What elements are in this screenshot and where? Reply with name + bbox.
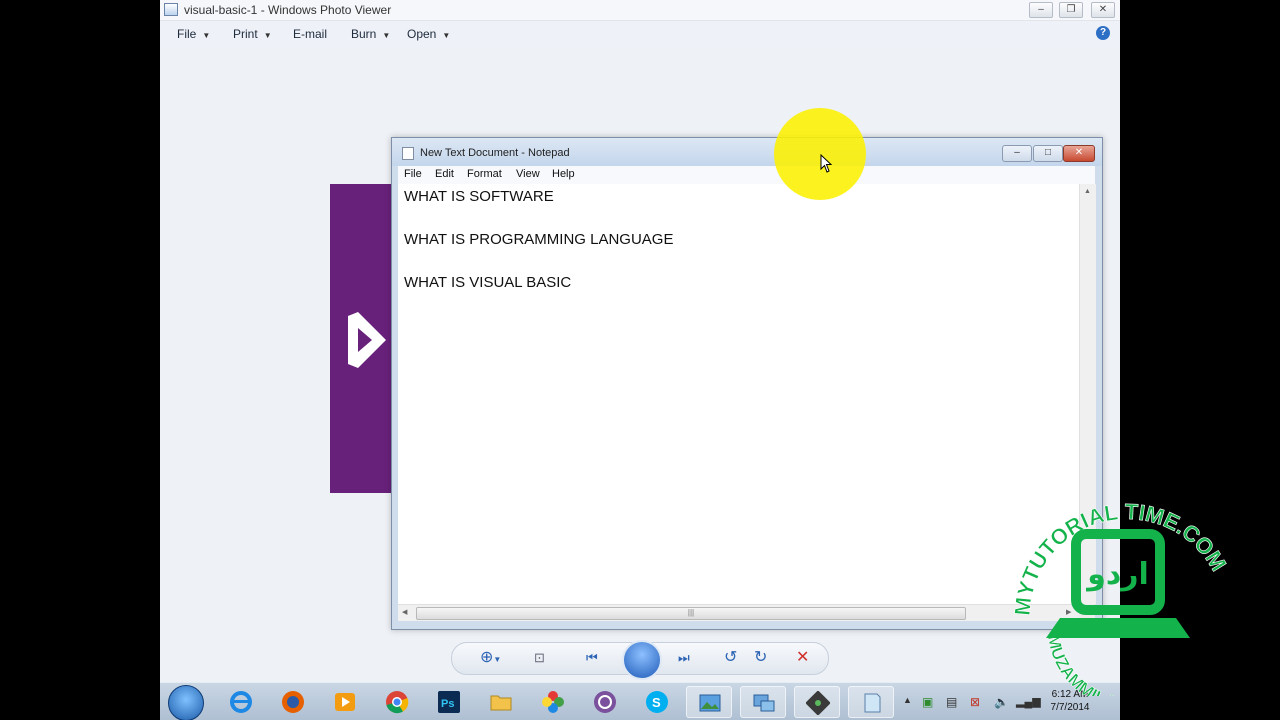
- notepad-close-button[interactable]: ✕: [1063, 145, 1095, 162]
- file-explorer-taskbar-button[interactable]: [478, 686, 524, 718]
- media-player-icon: [335, 693, 355, 711]
- remote-desktop-icon: [753, 694, 775, 712]
- notepad-maximize-button[interactable]: □: [1033, 145, 1063, 162]
- scroll-up-arrow-icon[interactable]: ▲: [1084, 188, 1091, 195]
- skype-taskbar-button[interactable]: S: [634, 686, 680, 718]
- horizontal-scrollbar[interactable]: ◀ ||| ▶: [398, 604, 1079, 621]
- photoshop-icon: Ps: [438, 691, 460, 713]
- notepad-menu-file[interactable]: File: [404, 168, 422, 180]
- zoom-icon[interactable]: ⊕▼: [480, 649, 501, 669]
- close-button[interactable]: ✕: [1091, 2, 1115, 18]
- tray-device-icon[interactable]: ▤: [946, 695, 957, 709]
- actual-size-icon[interactable]: ⊡: [534, 649, 545, 667]
- previous-icon[interactable]: ⏮: [586, 649, 598, 667]
- camtasia-taskbar-button[interactable]: [794, 686, 840, 718]
- chevron-down-icon: ▼: [202, 31, 211, 40]
- camtasia-icon: [806, 691, 830, 715]
- maximize-button[interactable]: ❐: [1059, 2, 1083, 18]
- media-player-taskbar-button[interactable]: [322, 686, 368, 718]
- keyboard-icon: [1046, 618, 1190, 638]
- text-line: WHAT IS SOFTWARE: [404, 188, 554, 205]
- photo-viewer-title: visual-basic-1 - Windows Photo Viewer: [184, 3, 392, 17]
- desktop-screen: visual-basic-1 - Windows Photo Viewer – …: [160, 0, 1120, 720]
- photoshop-taskbar-button[interactable]: Ps: [426, 686, 472, 718]
- mouse-cursor-icon: [820, 154, 832, 173]
- taskbar: Ps S ▲ ▣ ▤ ⊠ 🔈 ▂▄▆ 6:12 AM 7/7/2014: [160, 682, 1120, 720]
- viber-taskbar-button[interactable]: [582, 686, 628, 718]
- notepad-app-icon: [864, 693, 881, 713]
- menu-file[interactable]: File ▼: [177, 27, 210, 41]
- photo-viewer-menubar: File ▼ Print ▼ E-mail Burn ▼ Open ▼ ?: [160, 21, 1120, 47]
- notepad-menu-edit[interactable]: Edit: [435, 168, 454, 180]
- skype-icon: S: [646, 691, 668, 713]
- chrome-icon: [386, 691, 409, 714]
- photo-viewer-icon: [699, 694, 721, 712]
- menu-print[interactable]: Print ▼: [233, 27, 272, 41]
- minimize-button[interactable]: –: [1029, 2, 1053, 18]
- signal-icon[interactable]: ▂▄▆: [1016, 695, 1041, 708]
- menu-burn[interactable]: Burn ▼: [351, 27, 390, 41]
- channel-watermark-logo: MYTUTORIAL TIME.COM MUZAMMIL IJAZ اردو: [1012, 499, 1232, 696]
- chevron-down-icon: ▼: [382, 31, 391, 40]
- tray-app-icon[interactable]: ▣: [922, 695, 933, 709]
- visual-studio-logo-icon: [348, 312, 386, 368]
- firefox-taskbar-button[interactable]: [270, 686, 316, 718]
- chevron-down-icon: ▼: [263, 31, 272, 40]
- notepad-menu-format[interactable]: Format: [467, 168, 502, 180]
- notepad-title: New Text Document - Notepad: [420, 147, 570, 159]
- text-line: WHAT IS PROGRAMMING LANGUAGE: [404, 231, 674, 248]
- firefox-icon: [282, 691, 304, 713]
- slideshow-button[interactable]: [622, 640, 662, 680]
- picasa-taskbar-button[interactable]: [530, 686, 576, 718]
- rotate-clockwise-icon[interactable]: ↻: [754, 649, 767, 667]
- internet-explorer-icon: [230, 691, 252, 713]
- notepad-menu-help[interactable]: Help: [552, 168, 575, 180]
- notepad-minimize-button[interactable]: –: [1002, 145, 1032, 162]
- delete-icon[interactable]: ✕: [796, 649, 809, 667]
- scrollbar-thumb[interactable]: |||: [416, 607, 966, 620]
- svg-text:S: S: [652, 695, 661, 710]
- remote-desktop-taskbar-button[interactable]: [740, 686, 786, 718]
- watermark-author-text: MUZAMMIL IJAZ: [1044, 633, 1145, 696]
- text-line: WHAT IS VISUAL BASIC: [404, 274, 572, 291]
- svg-text:MUZAMMIL IJAZ: MUZAMMIL IJAZ: [1044, 633, 1144, 696]
- chrome-taskbar-button[interactable]: [374, 686, 420, 718]
- notepad-text-area[interactable]: WHAT IS SOFTWARE WHAT IS PROGRAMMING LAN…: [398, 184, 1079, 604]
- svg-text:Ps: Ps: [441, 698, 454, 710]
- notepad-icon: [402, 147, 414, 160]
- notepad-menubar: File Edit Format View Help: [398, 166, 1095, 184]
- network-icon[interactable]: ⊠: [970, 695, 980, 709]
- picasa-icon: [542, 691, 564, 713]
- notepad-window: New Text Document - Notepad – □ ✕ File E…: [391, 137, 1103, 630]
- rotate-counterclockwise-icon[interactable]: ↺: [724, 649, 737, 667]
- help-icon[interactable]: ?: [1096, 26, 1110, 40]
- start-button[interactable]: [168, 685, 204, 720]
- chevron-down-icon: ▼: [442, 31, 451, 40]
- notepad-titlebar[interactable]: New Text Document - Notepad – □ ✕: [392, 138, 1102, 166]
- scroll-left-arrow-icon[interactable]: ◀: [402, 608, 407, 616]
- folder-icon: [490, 695, 512, 711]
- photo-viewer-taskbar-button[interactable]: [686, 686, 732, 718]
- show-hidden-icons-icon[interactable]: ▲: [903, 695, 912, 705]
- volume-icon[interactable]: 🔈: [994, 695, 1009, 709]
- viber-icon: [594, 691, 616, 713]
- next-icon[interactable]: ⏭: [678, 649, 690, 667]
- menu-open[interactable]: Open ▼: [407, 27, 450, 41]
- photo-viewer-controls: ⊕▼ ⊡ ⏮ ⏭ ↺ ↻ ✕: [451, 640, 829, 680]
- photo-viewer-app-icon: [164, 3, 178, 16]
- notepad-menu-view[interactable]: View: [516, 168, 540, 180]
- menu-email[interactable]: E-mail: [293, 27, 327, 41]
- internet-explorer-taskbar-button[interactable]: [218, 686, 264, 718]
- watermark-urdu-text: اردو: [1085, 557, 1149, 592]
- photo-viewer-titlebar[interactable]: visual-basic-1 - Windows Photo Viewer – …: [160, 0, 1120, 21]
- notepad-taskbar-button[interactable]: [848, 686, 894, 718]
- clock-date: 7/7/2014: [1050, 702, 1090, 713]
